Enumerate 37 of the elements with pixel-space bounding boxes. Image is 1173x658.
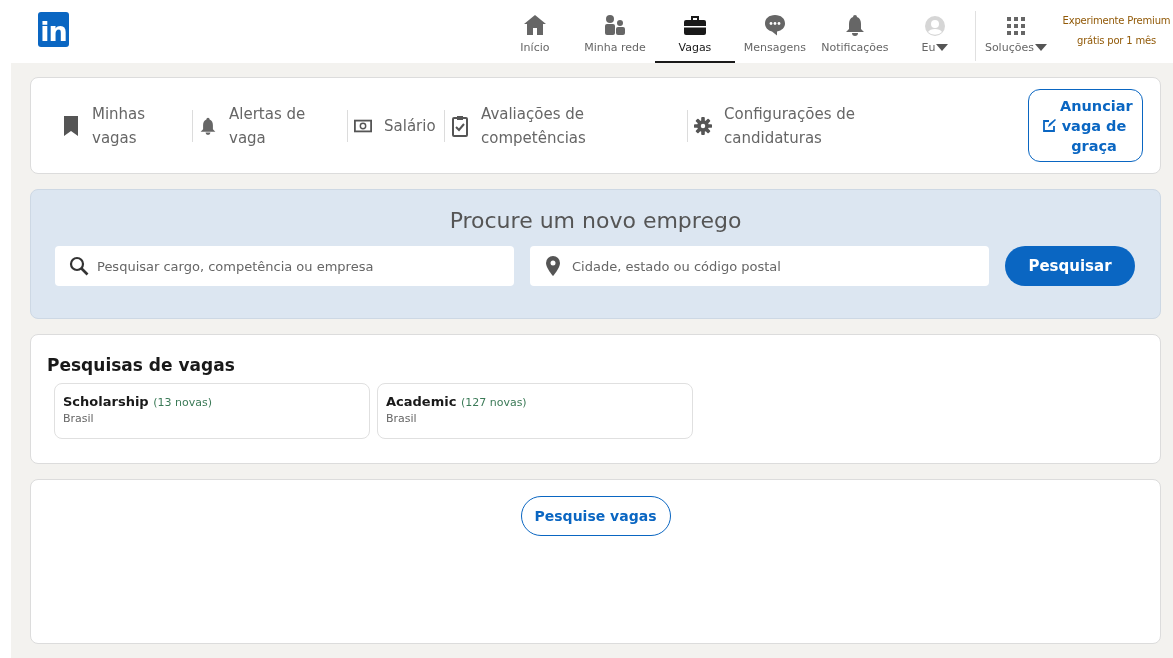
edit-icon — [1043, 119, 1056, 132]
subnav-link[interactable]: Salário — [348, 113, 444, 138]
saved-search-query: Academic (127 novas) — [386, 394, 528, 409]
nav-item[interactable]: Eu — [894, 0, 975, 63]
browse-jobs-button[interactable]: Pesquise vagas — [520, 496, 671, 536]
saved-search-card[interactable]: Scholarship (13 novas) Brasil — [54, 383, 370, 439]
keyword-field[interactable]: Pesquisar cargo, competência ou empresa — [55, 246, 514, 286]
apps-grid-icon — [1005, 16, 1026, 36]
clipboard-check-icon — [452, 114, 468, 137]
saved-search-query: Scholarship (13 novas) — [63, 394, 213, 409]
avatar-icon — [924, 16, 945, 36]
post-job-button[interactable]: Anunciar vaga de graça — [1028, 89, 1143, 162]
saved-search-location: Brasil — [386, 412, 418, 425]
subnav-link[interactable]: Avaliações de competências — [445, 101, 687, 150]
search-button[interactable]: Pesquisar — [1005, 246, 1135, 286]
nav-item[interactable]: Soluções — [975, 0, 1056, 63]
people-icon — [603, 14, 626, 36]
briefcase-icon — [682, 14, 707, 36]
bookmark-icon — [64, 115, 78, 136]
nav-item[interactable]: Notificações — [814, 0, 895, 63]
section-title: Pesquisas de vagas — [47, 355, 236, 375]
home-icon — [522, 14, 547, 36]
money-icon — [354, 118, 372, 133]
chat-icon — [762, 14, 787, 36]
saved-search-location: Brasil — [63, 412, 95, 425]
location-field[interactable]: Cidade, estado ou código postal — [530, 246, 989, 286]
logo[interactable]: in — [38, 12, 69, 47]
subnav-link[interactable]: Alertas de vaga — [193, 101, 347, 150]
subnav-link[interactable]: Configurações de candidaturas — [688, 101, 938, 150]
nav-item[interactable]: Minha rede — [574, 0, 655, 63]
saved-search-card[interactable]: Academic (127 novas) Brasil — [377, 383, 693, 439]
subnav-link[interactable]: Minhas vagas — [56, 101, 192, 150]
premium-link[interactable]: Experimente Premium grátis por 1 mês — [1059, 10, 1173, 51]
settings-icon — [694, 115, 712, 136]
search-title: Procure um novo emprego — [448, 208, 743, 233]
nav-item[interactable]: Mensagens — [734, 0, 815, 63]
nav-item[interactable]: Início — [494, 0, 575, 63]
